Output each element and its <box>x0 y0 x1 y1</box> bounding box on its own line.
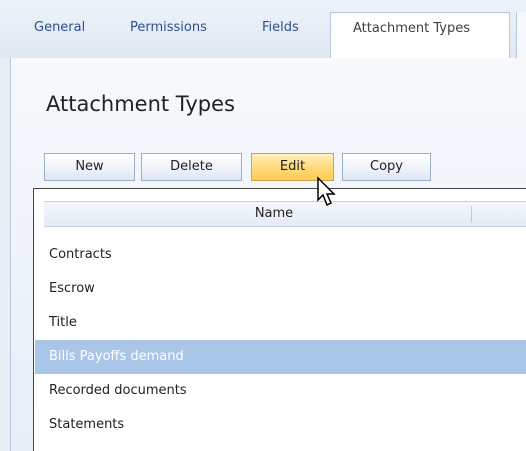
grid-header: Name <box>44 201 526 227</box>
tab-attachment-types[interactable]: Attachment Types <box>330 12 510 58</box>
tab-strip-edge <box>516 12 526 58</box>
tab-bar: General Permissions Fields Attachment Ty… <box>0 0 526 58</box>
copy-button[interactable]: Copy <box>342 153 431 181</box>
table-row[interactable]: Contracts <box>35 238 526 272</box>
tab-fields[interactable]: Fields <box>262 20 299 46</box>
table-row[interactable]: Escrow <box>35 272 526 306</box>
table-row[interactable]: Title <box>35 306 526 340</box>
attachment-types-grid[interactable]: Name Contracts Escrow Title Bills Payoff… <box>33 188 526 451</box>
table-row-selected[interactable]: Bills Payoffs demand <box>35 340 526 374</box>
column-header-name[interactable]: Name <box>44 202 504 226</box>
tab-general[interactable]: General <box>34 20 85 46</box>
column-separator[interactable] <box>471 206 472 222</box>
tab-permissions[interactable]: Permissions <box>130 20 207 46</box>
mouse-pointer-icon <box>317 176 336 207</box>
table-row[interactable]: Recorded documents <box>35 374 526 408</box>
new-button[interactable]: New <box>44 153 135 181</box>
table-row[interactable]: Statements <box>35 408 526 442</box>
delete-button[interactable]: Delete <box>141 153 242 181</box>
page-title: Attachment Types <box>46 92 235 116</box>
